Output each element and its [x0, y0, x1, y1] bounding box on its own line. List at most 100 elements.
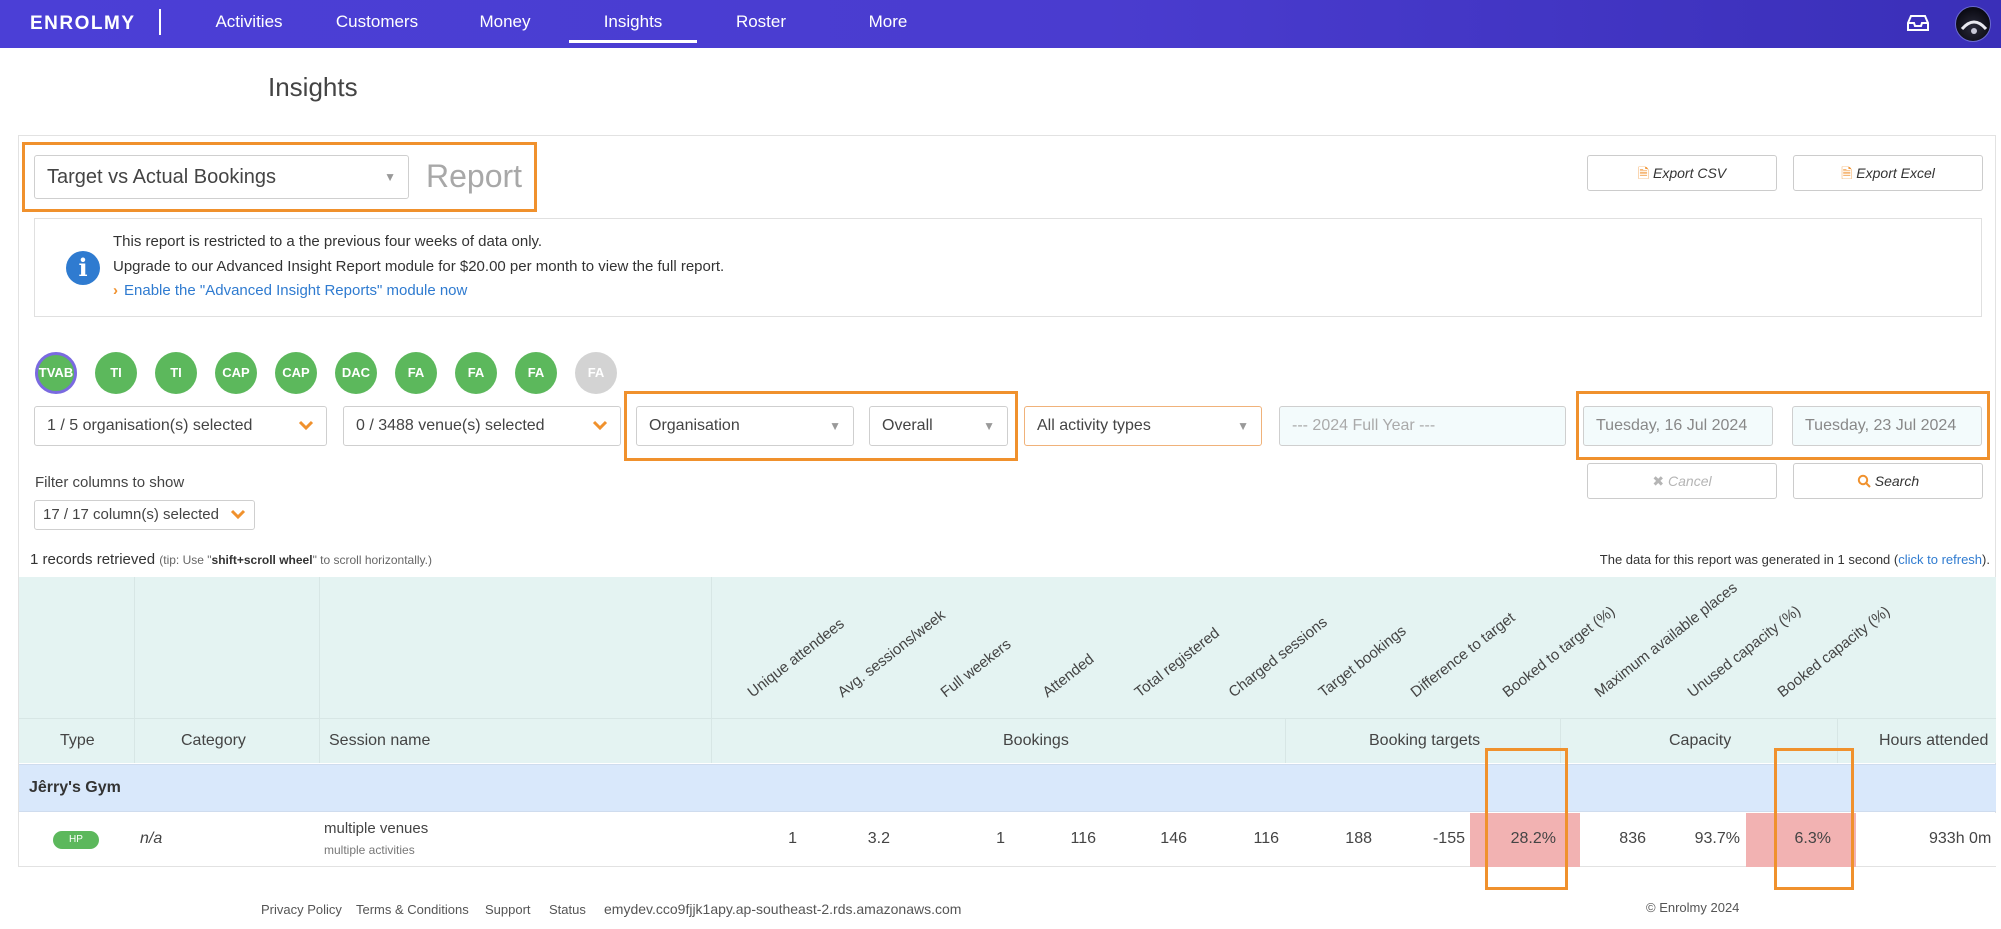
chevron-down-icon — [592, 420, 608, 431]
organisation-filter[interactable]: 1 / 5 organisation(s) selected — [34, 406, 327, 446]
generation-suffix: ). — [1982, 552, 1990, 567]
enrolmy-logo[interactable]: ENROLMY — [30, 13, 136, 35]
cancel-button[interactable]: ✖ Cancel — [1587, 463, 1777, 499]
report-pill-fa[interactable]: FA — [455, 352, 497, 394]
report-pill-fa[interactable]: FA — [395, 352, 437, 394]
records-count: 1 records retrieved (tip: Use "shift+scr… — [30, 551, 432, 568]
footer-privacy-link[interactable]: Privacy Policy — [261, 902, 342, 917]
value-cell: 93.7% — [1694, 830, 1740, 847]
top-navigation: ENROLMY Activities Customers Money Insig… — [0, 0, 2001, 48]
header-type[interactable]: Type — [60, 732, 95, 750]
highlight-booked-capacity — [1774, 748, 1854, 890]
value-cell: 1 — [788, 830, 797, 847]
export-csv-button[interactable]: 🗎 Export CSV — [1587, 155, 1777, 191]
session-sub-cell: multiple activities — [324, 843, 415, 857]
group-name: Jêrry's Gym — [29, 779, 121, 796]
generation-info: The data for this report was generated i… — [1600, 552, 1990, 567]
footer-support-link[interactable]: Support — [485, 902, 531, 917]
search-button[interactable]: Search — [1793, 463, 1983, 499]
report-pill-fa[interactable]: FA — [575, 352, 617, 394]
tip-key: shift+scroll wheel — [211, 553, 313, 567]
columns-filter-value: 17 / 17 column(s) selected — [43, 506, 219, 523]
chevron-down-icon — [298, 420, 314, 431]
nav-roster[interactable]: Roster — [718, 0, 804, 44]
highlight-date-range — [1576, 391, 1990, 460]
value-cell: 116 — [1070, 830, 1096, 847]
header-capacity: Capacity — [1669, 732, 1732, 749]
export-excel-button[interactable]: 🗎 Export Excel — [1793, 155, 1983, 191]
close-icon: ✖ — [1652, 473, 1665, 489]
year-preset-field[interactable]: --- 2024 Full Year --- — [1279, 406, 1566, 446]
avatar-image — [1960, 20, 1988, 34]
activity-types-select[interactable]: All activity types ▼ — [1024, 406, 1262, 446]
logo-divider — [159, 9, 161, 35]
header-bookings: Bookings — [1003, 732, 1069, 749]
inbox-icon[interactable] — [1906, 14, 1930, 32]
report-pill-fa[interactable]: FA — [515, 352, 557, 394]
value-cell: 146 — [1160, 830, 1187, 847]
records-text: 1 records retrieved — [30, 551, 156, 568]
value-cell: 116 — [1253, 830, 1279, 847]
highlight-report-select — [22, 142, 537, 212]
report-pill-cap[interactable]: CAP — [275, 352, 317, 394]
enable-module-link[interactable]: › Enable the "Advanced Insight Reports" m… — [113, 282, 467, 299]
highlight-booked-to-target — [1485, 748, 1568, 890]
chevron-down-icon — [230, 509, 246, 520]
page-title: Insights — [268, 72, 358, 102]
venue-filter[interactable]: 0 / 3488 venue(s) selected — [343, 406, 621, 446]
column-divider — [134, 577, 135, 763]
info-notice: i This report is restricted to a the pre… — [34, 218, 1982, 317]
highlight-grouping — [624, 391, 1018, 461]
header-booking-targets: Booking targets — [1369, 732, 1481, 749]
tip-prefix: (tip: Use " — [159, 553, 212, 567]
activity-types-value: All activity types — [1037, 417, 1151, 434]
value-cell: -155 — [1432, 830, 1465, 847]
group-row: Jêrry's Gym — [19, 764, 1996, 812]
caret-down-icon: ▼ — [1237, 419, 1249, 433]
venue-filter-value: 0 / 3488 venue(s) selected — [356, 417, 545, 434]
hours-attended-cell: 933h 0m — [1929, 830, 1992, 847]
report-pill-ti[interactable]: TI — [155, 352, 197, 394]
header-session-name[interactable]: Session name — [329, 732, 430, 750]
info-icon: i — [66, 251, 100, 285]
nav-activities[interactable]: Activities — [200, 0, 298, 44]
search-icon — [1857, 474, 1871, 488]
report-pill-tvab[interactable]: TVAB — [35, 352, 77, 394]
nav-insights[interactable]: Insights — [569, 0, 697, 43]
columns-filter[interactable]: 17 / 17 column(s) selected — [34, 500, 255, 530]
value-cell: 188 — [1345, 830, 1372, 847]
file-excel-icon: 🗎 — [1841, 165, 1853, 181]
export-csv-label: Export CSV — [1653, 165, 1727, 181]
type-badge: HP — [53, 831, 99, 849]
info-line-1: This report is restricted to a the previ… — [113, 233, 543, 250]
cancel-label: Cancel — [1668, 473, 1712, 489]
scroll-tip: (tip: Use "shift+scroll wheel" to scroll… — [159, 553, 432, 567]
report-pill-ti[interactable]: TI — [95, 352, 137, 394]
nav-more[interactable]: More — [845, 0, 931, 44]
column-divider — [1285, 718, 1286, 763]
file-icon: 🗎 — [1637, 165, 1650, 181]
info-line-2: Upgrade to our Advanced Insight Report m… — [113, 258, 725, 275]
report-pill-cap[interactable]: CAP — [215, 352, 257, 394]
footer-status-link[interactable]: Status — [549, 902, 586, 917]
footer-terms-link[interactable]: Terms & Conditions — [356, 902, 469, 917]
year-preset-value: --- 2024 Full Year --- — [1292, 417, 1436, 434]
column-divider — [711, 577, 712, 763]
generation-text: The data for this report was generated i… — [1599, 552, 1899, 567]
header-hours-attended[interactable]: Hours attended — [1879, 732, 1988, 750]
report-pill-dac[interactable]: DAC — [335, 352, 377, 394]
nav-customers[interactable]: Customers — [322, 0, 432, 44]
user-avatar[interactable] — [1955, 6, 1991, 42]
refresh-link[interactable]: click to refresh — [1898, 552, 1982, 567]
session-name-cell: multiple venues — [324, 820, 429, 837]
nav-money[interactable]: Money — [462, 0, 548, 44]
value-cell: 1 — [996, 830, 1005, 847]
table-row: HP n/a multiple venues multiple activiti… — [19, 813, 1996, 867]
organisation-filter-value: 1 / 5 organisation(s) selected — [47, 417, 253, 434]
footer-host: emydev.cco9fjjk1apy.ap-southeast-2.rds.a… — [604, 901, 962, 917]
filter-columns-label: Filter columns to show — [35, 474, 185, 491]
category-cell: n/a — [140, 830, 163, 847]
export-excel-label: Export Excel — [1856, 165, 1935, 181]
header-category[interactable]: Category — [181, 732, 246, 750]
chevron-right-icon: › — [113, 282, 118, 299]
